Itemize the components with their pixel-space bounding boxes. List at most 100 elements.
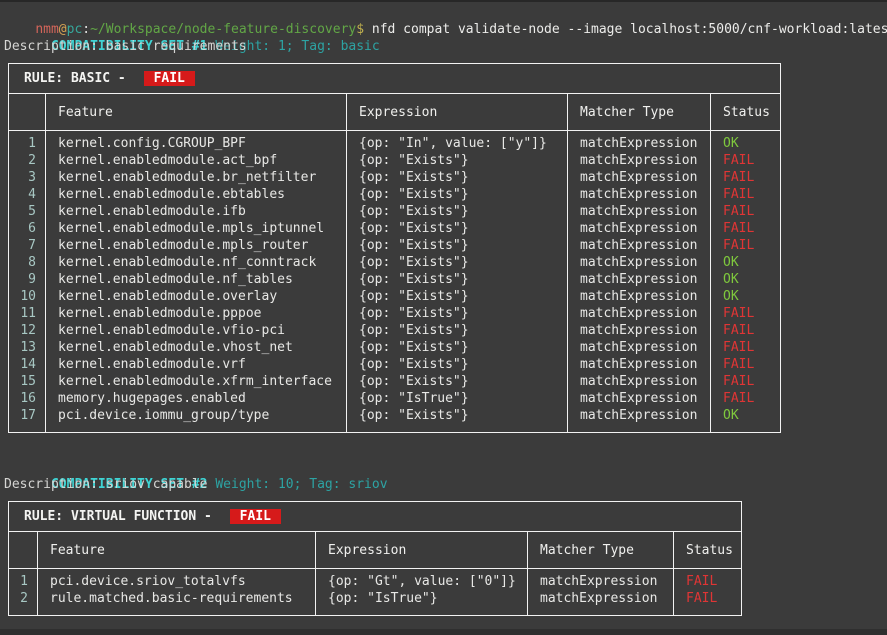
cell-n: 2 bbox=[9, 590, 37, 607]
cell-matcher: matchExpression bbox=[568, 305, 710, 322]
cell-status: OK bbox=[711, 288, 780, 305]
rule-status-badge: FAIL bbox=[144, 71, 195, 86]
cell-feature: kernel.enabledmodule.vrf bbox=[46, 356, 346, 373]
cell-status: FAIL bbox=[711, 322, 780, 339]
table-column-n: 12 bbox=[9, 569, 38, 615]
cell-status: FAIL bbox=[711, 203, 780, 220]
cell-n: 12 bbox=[9, 322, 45, 339]
cell-feature: kernel.enabledmodule.nf_conntrack bbox=[46, 254, 346, 271]
cell-matcher: matchExpression bbox=[568, 135, 710, 152]
cell-matcher: matchExpression bbox=[568, 373, 710, 390]
header-expression: Expression bbox=[316, 532, 528, 568]
cell-expression: {op: "Exists"} bbox=[347, 288, 567, 305]
rule-header-virtual-function: RULE: VIRTUAL FUNCTION - FAIL bbox=[9, 502, 741, 532]
terminal-window[interactable]: nmm@pc:~/Workspace/node-feature-discover… bbox=[0, 2, 887, 616]
cell-status: FAIL bbox=[711, 390, 780, 407]
prompt-separator: : bbox=[82, 22, 90, 37]
set-2-title-line: COMPATIBILITY SET #2 Weight: 10; Tag: sr… bbox=[4, 459, 887, 476]
prompt-host: pc bbox=[67, 22, 83, 37]
cell-expression: {op: "Exists"} bbox=[347, 339, 567, 356]
table-body: 12pci.device.sriov_totalvfsrule.matched.… bbox=[9, 569, 741, 615]
cell-expression: {op: "Exists"} bbox=[347, 186, 567, 203]
cell-status: OK bbox=[711, 407, 780, 424]
cell-feature: kernel.enabledmodule.ifb bbox=[46, 203, 346, 220]
cell-matcher: matchExpression bbox=[568, 203, 710, 220]
cell-n: 3 bbox=[9, 169, 45, 186]
cell-matcher: matchExpression bbox=[568, 254, 710, 271]
table-column-expression: {op: "In", value: ["y"]}{op: "Exists"}{o… bbox=[347, 131, 568, 432]
cell-status: FAIL bbox=[711, 356, 780, 373]
rule-table-basic: RULE: BASIC - FAIL Feature Expression Ma… bbox=[8, 63, 781, 433]
cell-feature: kernel.enabledmodule.pppoe bbox=[46, 305, 346, 322]
cell-expression: {op: "Exists"} bbox=[347, 254, 567, 271]
cell-expression: {op: "Exists"} bbox=[347, 407, 567, 424]
cell-status: FAIL bbox=[674, 590, 741, 607]
cell-n: 11 bbox=[9, 305, 45, 322]
cell-feature: kernel.enabledmodule.vfio-pci bbox=[46, 322, 346, 339]
header-index bbox=[9, 532, 38, 568]
cell-n: 2 bbox=[9, 152, 45, 169]
cell-n: 16 bbox=[9, 390, 45, 407]
cell-expression: {op: "Exists"} bbox=[347, 237, 567, 254]
table-column-n: 1234567891011121314151617 bbox=[9, 131, 46, 432]
prompt-path: ~/Workspace/node-feature-discovery bbox=[90, 22, 356, 37]
prompt-symbol: $ bbox=[356, 22, 364, 37]
cell-matcher: matchExpression bbox=[528, 573, 673, 590]
cell-matcher: matchExpression bbox=[568, 339, 710, 356]
cell-expression: {op: "Gt", value: ["0"]} bbox=[316, 573, 527, 590]
cell-feature: memory.hugepages.enabled bbox=[46, 390, 346, 407]
cell-expression: {op: "IsTrue"} bbox=[316, 590, 527, 607]
cell-expression: {op: "IsTrue"} bbox=[347, 390, 567, 407]
cell-matcher: matchExpression bbox=[568, 186, 710, 203]
cell-n: 1 bbox=[9, 135, 45, 152]
set-1-description: Description: basic requirements bbox=[4, 38, 887, 55]
cell-status: OK bbox=[711, 254, 780, 271]
cell-feature: kernel.enabledmodule.act_bpf bbox=[46, 152, 346, 169]
cell-feature: kernel.enabledmodule.mpls_iptunnel bbox=[46, 220, 346, 237]
cell-status: OK bbox=[711, 135, 780, 152]
cell-n: 4 bbox=[9, 186, 45, 203]
command-text: nfd compat validate-node --image localho… bbox=[364, 22, 887, 37]
cell-feature: kernel.enabledmodule.vhost_net bbox=[46, 339, 346, 356]
compatibility-set-2: COMPATIBILITY SET #2 Weight: 10; Tag: sr… bbox=[4, 459, 887, 616]
header-feature: Feature bbox=[46, 94, 347, 130]
cell-status: FAIL bbox=[674, 573, 741, 590]
cell-expression: {op: "Exists"} bbox=[347, 203, 567, 220]
rule-label: RULE: BASIC - bbox=[24, 71, 134, 86]
cell-n: 5 bbox=[9, 203, 45, 220]
cell-feature: kernel.config.CGROUP_BPF bbox=[46, 135, 346, 152]
cell-matcher: matchExpression bbox=[568, 169, 710, 186]
cell-expression: {op: "In", value: ["y"]} bbox=[347, 135, 567, 152]
cell-feature: pci.device.iommu_group/type bbox=[46, 407, 346, 424]
cell-n: 8 bbox=[9, 254, 45, 271]
cell-matcher: matchExpression bbox=[528, 590, 673, 607]
table-column-matcher: matchExpressionmatchExpression bbox=[528, 569, 674, 615]
cell-n: 9 bbox=[9, 271, 45, 288]
header-expression: Expression bbox=[347, 94, 568, 130]
table-body: 1234567891011121314151617kernel.config.C… bbox=[9, 131, 780, 432]
cell-feature: rule.matched.basic-requirements bbox=[38, 590, 315, 607]
cell-n: 14 bbox=[9, 356, 45, 373]
table-column-status: FAILFAIL bbox=[674, 569, 741, 615]
cell-expression: {op: "Exists"} bbox=[347, 220, 567, 237]
table-column-feature: pci.device.sriov_totalvfsrule.matched.ba… bbox=[38, 569, 316, 615]
header-feature: Feature bbox=[38, 532, 316, 568]
cell-matcher: matchExpression bbox=[568, 152, 710, 169]
cell-status: FAIL bbox=[711, 152, 780, 169]
cell-matcher: matchExpression bbox=[568, 390, 710, 407]
prompt-at-sign: @ bbox=[59, 22, 67, 37]
cell-status: FAIL bbox=[711, 237, 780, 254]
cell-feature: kernel.enabledmodule.nf_tables bbox=[46, 271, 346, 288]
cell-feature: kernel.enabledmodule.overlay bbox=[46, 288, 346, 305]
cell-expression: {op: "Exists"} bbox=[347, 152, 567, 169]
table-header-row: Feature Expression Matcher Type Status bbox=[9, 532, 741, 569]
cell-matcher: matchExpression bbox=[568, 271, 710, 288]
table-column-status: OKFAILFAILFAILFAILFAILFAILOKOKOKFAILFAIL… bbox=[711, 131, 780, 432]
compatibility-set-1: COMPATIBILITY SET #1 Weight: 1; Tag: bas… bbox=[4, 21, 887, 433]
cell-feature: kernel.enabledmodule.br_netfilter bbox=[46, 169, 346, 186]
cell-n: 13 bbox=[9, 339, 45, 356]
cell-status: FAIL bbox=[711, 339, 780, 356]
rule-status-badge: FAIL bbox=[230, 509, 281, 524]
cell-n: 17 bbox=[9, 407, 45, 424]
cell-matcher: matchExpression bbox=[568, 356, 710, 373]
